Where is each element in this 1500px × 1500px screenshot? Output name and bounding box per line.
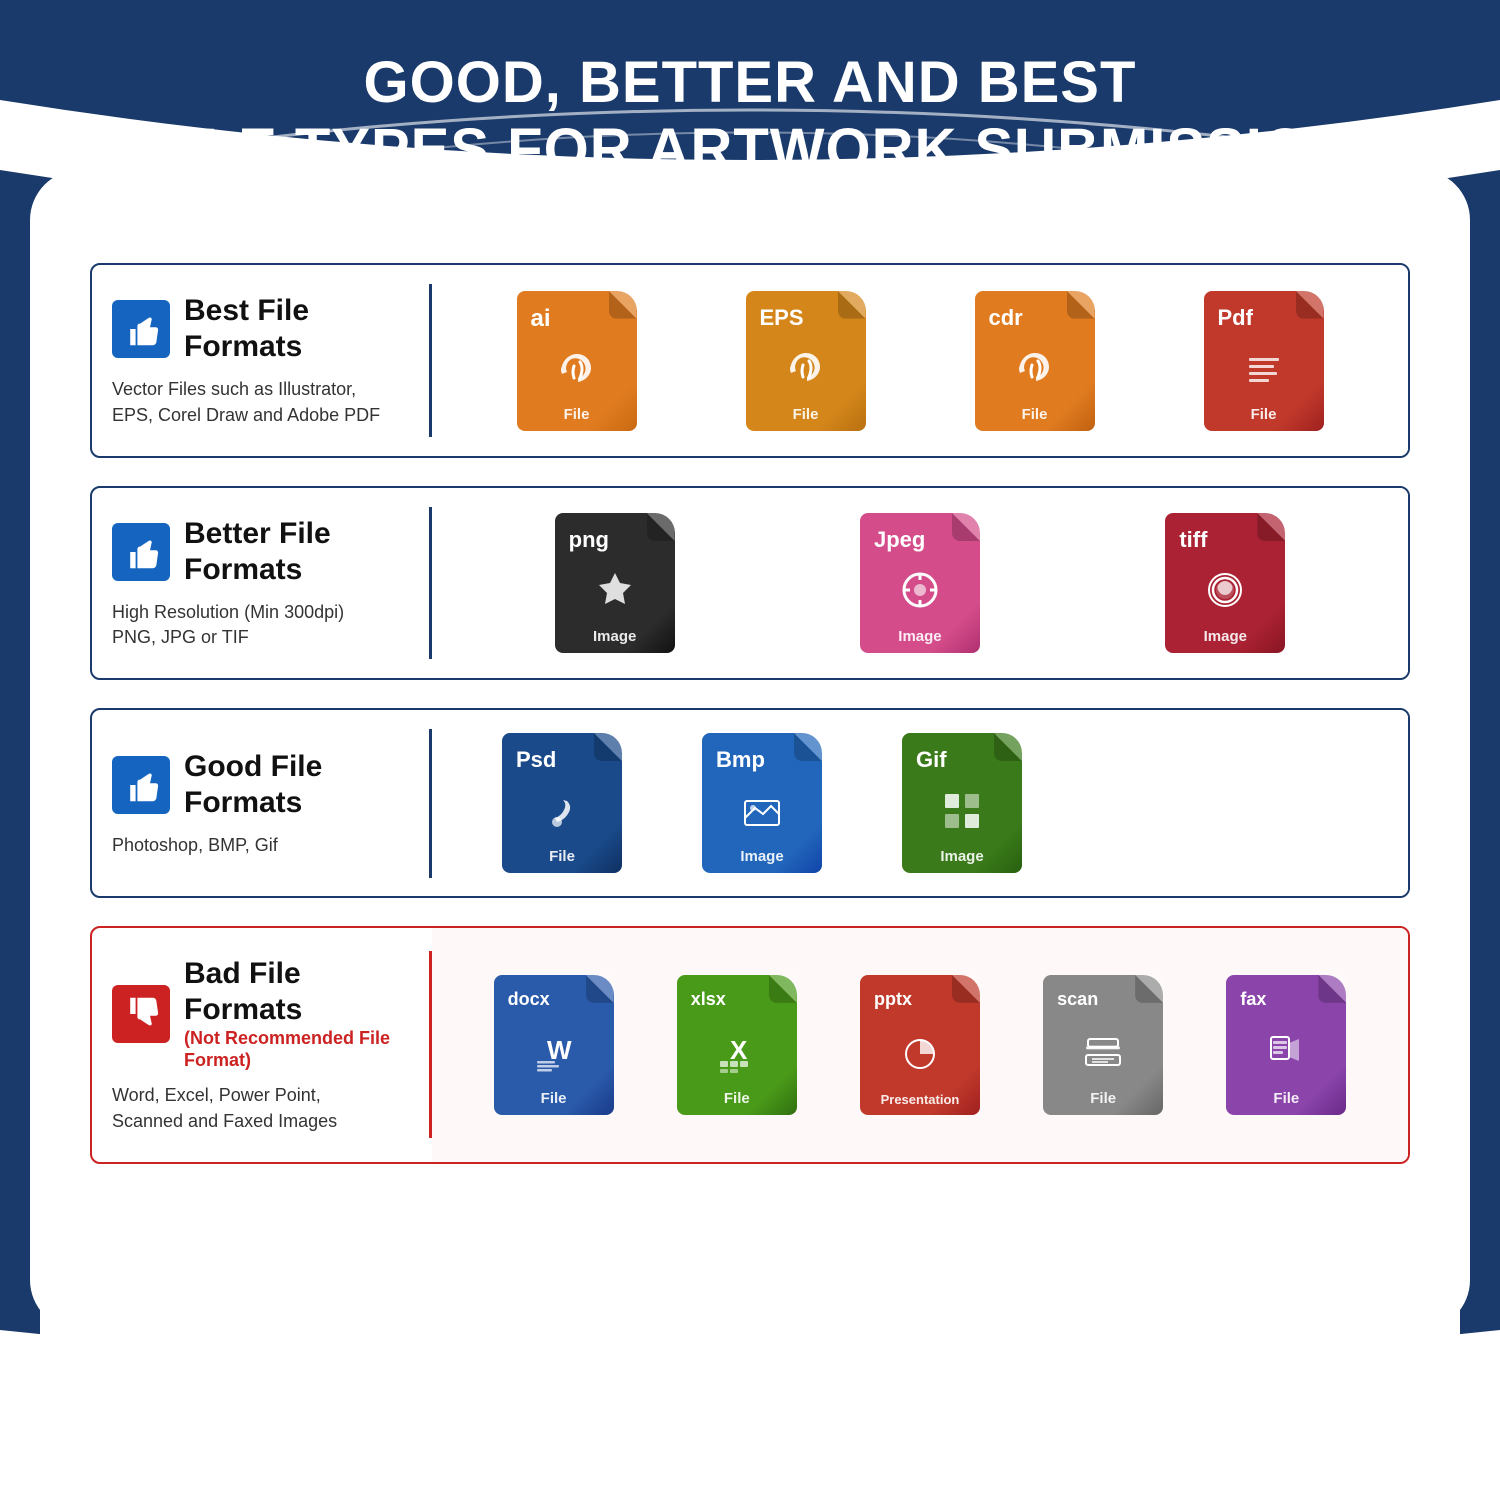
file-icon-docx: docx W File: [484, 975, 624, 1115]
header: GOOD, BETTER AND BEST FILE TYPES FOR ART…: [0, 0, 1500, 213]
good-files-panel: Psd File Bmp: [432, 710, 1408, 896]
best-files-panel: ai File EPS: [432, 265, 1408, 455]
good-title: Good File Formats: [184, 749, 404, 821]
file-icon-pptx: pptx Presentation: [850, 975, 990, 1115]
left-panel-better: Better File Formats High Resolution (Min…: [92, 488, 432, 678]
section-good: Good File Formats Photoshop, BMP, Gif Ps…: [90, 708, 1410, 898]
file-icon-xlsx: xlsx X File: [667, 975, 807, 1115]
bad-desc: Word, Excel, Power Point,Scanned and Fax…: [112, 1083, 404, 1133]
thumbs-up-icon-good: [112, 756, 170, 814]
better-title: Better File Formats: [184, 516, 404, 588]
bad-subtitle: (Not Recommended File Format): [184, 1028, 404, 1071]
thumbs-up-icon-better: [112, 523, 170, 581]
svg-text:W: W: [547, 1035, 572, 1065]
better-files-panel: png Image Jpeg: [432, 488, 1408, 678]
section-bad: Bad File Formats (Not Recommended File F…: [90, 926, 1410, 1164]
better-desc: High Resolution (Min 300dpi)PNG, JPG or …: [112, 600, 404, 650]
left-panel-best: Best File Formats Vector Files such as I…: [92, 265, 432, 455]
section-best: Best File Formats Vector Files such as I…: [90, 263, 1410, 457]
left-panel-bad: Bad File Formats (Not Recommended File F…: [92, 928, 432, 1162]
best-desc: Vector Files such as Illustrator,EPS, Co…: [112, 377, 404, 427]
bad-title: Bad File Formats: [184, 956, 404, 1028]
file-icon-bmp: Bmp Image: [692, 733, 832, 873]
file-icon-eps: EPS File: [736, 291, 876, 431]
file-icon-scan: scan File: [1033, 975, 1173, 1115]
left-panel-good: Good File Formats Photoshop, BMP, Gif: [92, 710, 432, 896]
file-icon-ai: ai File: [507, 291, 647, 431]
section-better: Better File Formats High Resolution (Min…: [90, 486, 1410, 680]
file-icon-cdr: cdr File: [965, 291, 1105, 431]
thumbs-down-icon-bad: [112, 985, 170, 1043]
good-desc: Photoshop, BMP, Gif: [112, 833, 404, 858]
page-title: GOOD, BETTER AND BEST FILE TYPES FOR ART…: [60, 50, 1440, 183]
file-icon-jpeg: Jpeg Image: [850, 513, 990, 653]
file-icon-psd: Psd File: [492, 733, 632, 873]
file-icon-gif: Gif Image: [892, 733, 1032, 873]
bad-files-panel: docx W File xlsx: [432, 928, 1408, 1162]
file-icon-png: png Image: [545, 513, 685, 653]
file-icon-pdf: Pdf File: [1194, 291, 1334, 431]
thumbs-up-icon-best: [112, 300, 170, 358]
content-area: Best File Formats Vector Files such as I…: [40, 223, 1460, 1500]
file-icon-tiff: tiff Image: [1155, 513, 1295, 653]
best-title: Best File Formats: [184, 293, 404, 365]
file-icon-fax: fax File: [1216, 975, 1356, 1115]
svg-text:X: X: [730, 1035, 748, 1065]
